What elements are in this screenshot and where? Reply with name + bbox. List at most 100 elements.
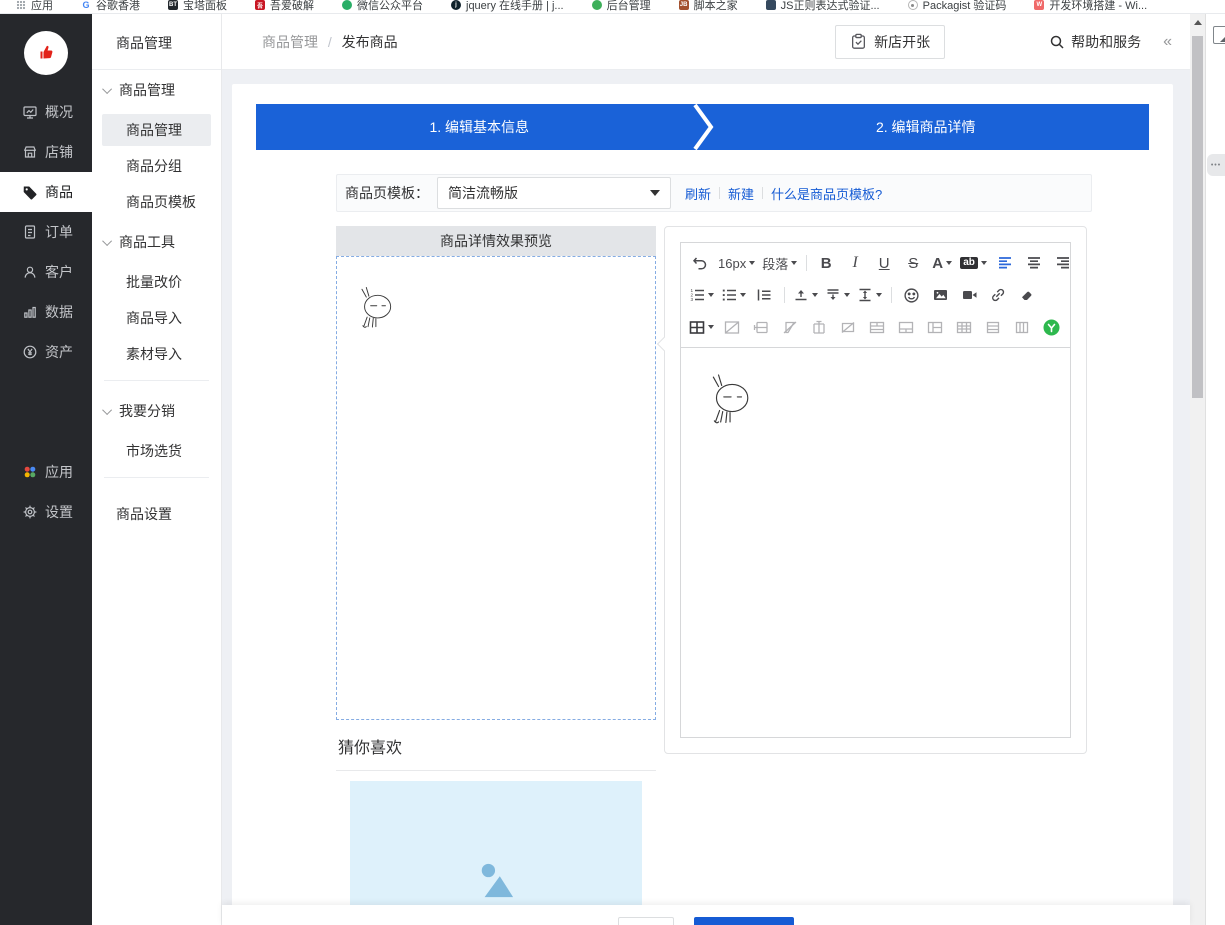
bookmarks-bar: 应用 G 谷歌香港 BT 宝塔面板 吾 吾爱破解 微信公众平台 j jquery… xyxy=(0,0,1225,14)
submenu-group-goods-tools[interactable]: 商品工具 xyxy=(92,222,221,262)
merge-cells-button[interactable] xyxy=(866,315,888,339)
table-grid-button[interactable] xyxy=(953,315,975,339)
table-columns-button[interactable] xyxy=(1011,315,1033,339)
emoji-button[interactable] xyxy=(900,283,922,307)
sidebar-item-apps[interactable]: 应用 xyxy=(0,452,92,492)
extension-panel-icon[interactable] xyxy=(1213,26,1225,44)
delete-row-button[interactable] xyxy=(779,315,801,339)
bookmark[interactable]: BT 宝塔面板 xyxy=(168,0,227,13)
sidebar-item-settings[interactable]: 设置 xyxy=(0,492,92,532)
bookmark[interactable]: 微信公众平台 xyxy=(342,0,423,13)
insert-column-button[interactable] xyxy=(808,315,830,339)
refresh-link[interactable]: 刷新 xyxy=(685,184,711,203)
bookmark[interactable]: W 开发环境搭建 - Wi... xyxy=(1034,0,1147,13)
table-button[interactable] xyxy=(689,315,714,339)
submenu-item-goods-management[interactable]: 商品管理 xyxy=(102,114,211,146)
bookmark[interactable]: Packagist 验证码 xyxy=(908,0,1007,13)
caret-down-icon xyxy=(876,293,882,297)
footer-primary-button[interactable] xyxy=(694,917,794,925)
editor-content[interactable] xyxy=(681,348,1070,737)
align-left-button[interactable] xyxy=(994,251,1016,275)
scrollbar-thumb[interactable] xyxy=(1192,36,1203,398)
scroll-up-button[interactable] xyxy=(1190,14,1205,30)
bookmark[interactable]: 应用 xyxy=(16,0,53,13)
submenu-item-goods-settings[interactable]: 商品设置 xyxy=(92,494,221,534)
help-and-services[interactable]: 帮助和服务 xyxy=(1049,32,1141,52)
divider xyxy=(806,255,807,271)
highlight-button[interactable]: ab xyxy=(960,251,987,275)
bookmark[interactable]: 后台管理 xyxy=(592,0,651,13)
new-template-link[interactable]: 新建 xyxy=(728,184,754,203)
jb51-icon: JB xyxy=(679,0,689,10)
letter-spacing-button[interactable] xyxy=(857,283,882,307)
submenu-item-material-import[interactable]: 素材导入 xyxy=(102,338,211,370)
template-select[interactable]: 简洁流畅版 xyxy=(437,177,671,209)
insert-row-button[interactable] xyxy=(750,315,772,339)
footer-secondary-button[interactable] xyxy=(618,917,674,925)
step-1-tab[interactable]: 1. 编辑基本信息 xyxy=(256,104,703,150)
submenu-item-market-selection[interactable]: 市场选货 xyxy=(102,435,211,467)
sidebar-item-shop[interactable]: 店铺 xyxy=(0,132,92,172)
paragraph-select[interactable]: 段落 xyxy=(762,251,797,275)
apps-icon xyxy=(22,464,38,480)
undo-icon[interactable] xyxy=(689,251,711,275)
bookmark[interactable]: G 谷歌香港 xyxy=(81,0,140,13)
step-chevron-icon xyxy=(690,104,716,150)
split-cells-button[interactable] xyxy=(895,315,917,339)
sidebar-item-overview[interactable]: 概况 xyxy=(0,92,92,132)
video-button[interactable] xyxy=(958,283,980,307)
font-size-select[interactable]: 16px xyxy=(718,251,755,275)
sidebar-item-customers[interactable]: 客户 xyxy=(0,252,92,292)
packagist-icon xyxy=(908,0,918,10)
submenu-item-goods-page-template[interactable]: 商品页模板 xyxy=(102,186,211,218)
delete-column-button[interactable] xyxy=(837,315,859,339)
bookmark[interactable]: JB 脚本之家 xyxy=(679,0,738,13)
submenu-group-goods-management[interactable]: 商品管理 xyxy=(92,70,221,110)
bookmark[interactable]: JS正则表达式验证... xyxy=(766,0,880,13)
goods-image-placeholder[interactable] xyxy=(350,781,642,907)
submenu-group-distribution[interactable]: 我要分销 xyxy=(92,391,221,431)
collapse-icon[interactable]: « xyxy=(1163,33,1172,51)
submenu-item-goods-import[interactable]: 商品导入 xyxy=(102,302,211,334)
what-is-template-link[interactable]: 什么是商品页模板? xyxy=(771,184,882,203)
bookmark[interactable]: j jquery 在线手册 | j... xyxy=(451,0,564,13)
sidebar-item-data[interactable]: 数据 xyxy=(0,292,92,332)
bookmark[interactable]: 吾 吾爱破解 xyxy=(255,0,314,13)
sidebar-item-goods[interactable]: 商品 xyxy=(0,172,92,212)
line-height-button[interactable] xyxy=(825,283,850,307)
youzan-material-button[interactable] xyxy=(1040,315,1062,339)
submenu-item-batch-price[interactable]: 批量改价 xyxy=(102,266,211,298)
clear-format-button[interactable] xyxy=(1016,283,1038,307)
preview-content-selected[interactable] xyxy=(336,256,656,720)
unordered-list-button[interactable] xyxy=(721,283,746,307)
indent-button[interactable] xyxy=(753,283,775,307)
panel-handle[interactable]: ••• xyxy=(1207,154,1225,176)
sidebar-item-assets[interactable]: 资产 xyxy=(0,332,92,372)
table-header-button[interactable] xyxy=(924,315,946,339)
image-button[interactable] xyxy=(929,283,951,307)
browser-scrollbar[interactable] xyxy=(1190,14,1205,925)
ordered-list-button[interactable]: 123 xyxy=(689,283,714,307)
font-color-button[interactable]: A xyxy=(931,251,953,275)
youzan-logo[interactable] xyxy=(24,31,68,75)
underline-button[interactable]: U xyxy=(873,251,895,275)
strikethrough-button[interactable]: S xyxy=(902,251,924,275)
settings-gear-icon xyxy=(22,504,38,520)
align-center-button[interactable] xyxy=(1023,251,1045,275)
sidebar-item-orders[interactable]: 订单 xyxy=(0,212,92,252)
italic-button[interactable]: I xyxy=(844,251,866,275)
bold-button[interactable]: B xyxy=(815,251,837,275)
breadcrumb-parent[interactable]: 商品管理 xyxy=(262,34,318,50)
delete-table-button[interactable] xyxy=(721,315,743,339)
submenu-item-goods-groups[interactable]: 商品分组 xyxy=(102,150,211,182)
table-rows-button[interactable] xyxy=(982,315,1004,339)
link-button[interactable] xyxy=(987,283,1009,307)
secondary-sidebar: 商品管理 商品管理 商品管理 商品分组 商品页模板 商品工具 批量改价 商品导入… xyxy=(92,14,222,925)
content-area: 1. 编辑基本信息 2. 编辑商品详情 商品页模板： 简洁流畅版 xyxy=(222,70,1190,925)
margin-top-button[interactable] xyxy=(793,283,818,307)
bt-panel-icon: BT xyxy=(168,0,178,10)
step-2-tab[interactable]: 2. 编辑商品详情 xyxy=(703,104,1150,150)
align-right-button[interactable] xyxy=(1052,251,1074,275)
new-store-button[interactable]: 新店开张 xyxy=(835,25,945,59)
caret-down-icon xyxy=(749,261,755,265)
